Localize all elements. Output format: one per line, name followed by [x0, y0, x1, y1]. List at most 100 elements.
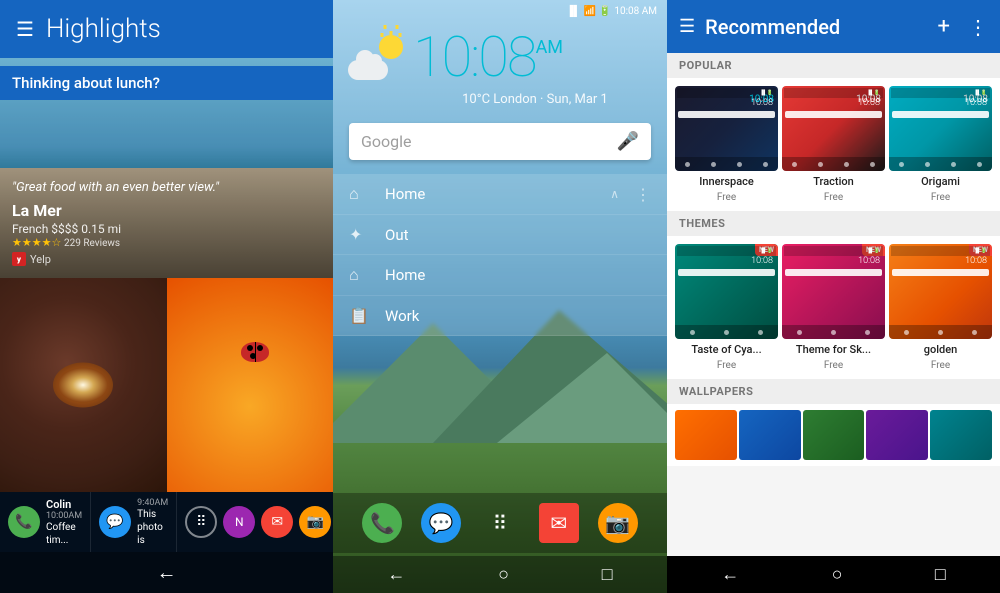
wallpaper-2[interactable] — [739, 410, 801, 460]
menu-label-work: Work — [385, 307, 651, 325]
clock-container: 10:08AM — [413, 29, 563, 85]
dock-message[interactable]: 💬 — [421, 503, 461, 543]
status-bar-2: ▐▌ 📶 🔋 10:08 AM — [333, 0, 667, 19]
recents-icon[interactable]: □ — [602, 564, 613, 585]
traction-preview: ▐▌🔋 10:08 — [782, 86, 885, 171]
recommended-title: Recommended — [705, 15, 927, 39]
dock-apps[interactable]: ⠿ — [480, 503, 520, 543]
notification-message[interactable]: 💬 9:40AM This photo is — [91, 492, 177, 552]
golden-preview: NEW ▐▌🔋 10:08 — [889, 244, 992, 339]
status-time: 10:08 AM — [614, 6, 657, 17]
notification-bar: 📞 Colin 10:00AM Coffee tim... 💬 9:40AM T… — [0, 492, 333, 552]
nav-bar-3: ← ○ □ — [667, 556, 1000, 593]
search-placeholder: Google — [361, 132, 617, 151]
cloud-icon — [348, 60, 388, 80]
pink-dock — [782, 325, 885, 339]
dock-dot — [685, 162, 690, 167]
camera-icon: 📷 — [299, 506, 331, 538]
nav-bar-2: ← ○ □ — [333, 556, 667, 593]
dock-dot — [844, 162, 849, 167]
overflow-menu-button[interactable]: ⋮ — [968, 15, 988, 39]
work-icon: 📋 — [349, 306, 369, 325]
menu-dots-icon[interactable]: ⋮ — [635, 185, 651, 204]
coffee-image — [0, 278, 167, 492]
origami-clock: 10:08 — [892, 98, 989, 108]
menu-label-home2: Home — [385, 266, 651, 284]
contact-avatar: N — [223, 506, 255, 538]
wallpaper-4[interactable] — [866, 410, 928, 460]
wallpaper-1[interactable] — [675, 410, 737, 460]
section-header-popular: POPULAR — [667, 53, 1000, 78]
notification-phone[interactable]: 📞 Colin 10:00AM Coffee tim... — [0, 492, 91, 552]
golden-dock — [889, 325, 992, 339]
clock-area: 10:08AM — [333, 19, 667, 90]
home-nav-icon-3[interactable]: ○ — [832, 564, 843, 585]
yelp-logo: y — [12, 252, 26, 266]
menu-label-home: Home — [385, 185, 594, 203]
dock-mail[interactable]: ✉ — [539, 503, 579, 543]
recents-icon-3[interactable]: □ — [935, 564, 946, 585]
golden-clock: 10:08 — [892, 256, 989, 266]
dock-dot — [758, 330, 763, 335]
origami-preview: ▐▌🔋 10:08 — [889, 86, 992, 171]
back-icon-3[interactable]: ← — [721, 564, 739, 585]
origami-dock — [889, 157, 992, 171]
dock-dot — [831, 330, 836, 335]
hero-image: Thinking about lunch? "Great food with a… — [0, 58, 333, 278]
section-header-wallpapers: WALLPAPERS — [667, 379, 1000, 404]
dock-dot — [690, 330, 695, 335]
wallpaper-5[interactable] — [930, 410, 992, 460]
hero-quote: "Great food with an even better view." — [12, 180, 321, 195]
innerspace-clock: 10:08 — [678, 98, 775, 108]
chevron-icon: ∧ — [610, 187, 619, 201]
mic-icon[interactable]: 🎤 — [617, 131, 639, 152]
dock-dot — [899, 162, 904, 167]
innerspace-dock — [675, 157, 778, 171]
call-text: Coffee tim... — [46, 521, 82, 547]
theme-card-innerspace[interactable]: ▐▌🔋 10:08 Innerspace Free — [675, 86, 778, 203]
theme-card-traction[interactable]: ▐▌🔋 10:08 Traction Free — [782, 86, 885, 203]
back-button[interactable]: ← — [157, 560, 177, 585]
status-icons: ▐▌ 📶 🔋 10:08 AM — [566, 6, 657, 17]
traction-dock — [782, 157, 885, 171]
cyan-preview: NEW ▐▌🔋 10:08 — [675, 244, 778, 339]
innerspace-name: Innerspace — [699, 175, 754, 188]
origami-price: Free — [931, 192, 950, 203]
back-icon-2[interactable]: ← — [387, 564, 405, 585]
popular-grid: ▐▌🔋 10:08 Innerspace Free — [667, 78, 1000, 211]
innerspace-preview: ▐▌🔋 10:08 — [675, 86, 778, 171]
theme-card-pink[interactable]: NEW ▐▌🔋 10:08 Theme for Sk... Free — [782, 244, 885, 371]
ladybug-image — [167, 278, 334, 492]
pink-preview: NEW ▐▌🔋 10:08 — [782, 244, 885, 339]
highlights-title: Highlights — [46, 14, 161, 44]
dock-dot — [951, 162, 956, 167]
search-bar[interactable]: Google 🎤 — [349, 123, 651, 160]
theme-card-golden[interactable]: NEW ▐▌🔋 10:08 golden Free — [889, 244, 992, 371]
menu-item-out[interactable]: ✦ Out — [333, 215, 667, 255]
hamburger-icon[interactable]: ☰ — [16, 17, 34, 41]
dock-phone[interactable]: 📞 — [362, 503, 402, 543]
traction-price: Free — [824, 192, 843, 203]
dock-dot — [904, 330, 909, 335]
dock-dot — [711, 162, 716, 167]
home-nav-icon[interactable]: ○ — [498, 564, 509, 585]
panel-home: ▐▌ 📶 🔋 10:08 AM 10:08AM 10°C London · Su… — [333, 0, 667, 593]
theme-card-cyan[interactable]: NEW ▐▌🔋 10:08 Taste of Cya... Free — [675, 244, 778, 371]
menu-item-work[interactable]: 📋 Work — [333, 296, 667, 336]
cyan-status: ▐▌🔋 — [677, 246, 776, 256]
recommended-body: POPULAR ▐▌🔋 10:08 Innersp — [667, 53, 1000, 556]
restaurant-stars: ★★★★☆ 229 Reviews — [12, 236, 321, 249]
menu-item-home-main[interactable]: ⌂ Home ∧ ⋮ — [333, 174, 667, 215]
golden-name: golden — [924, 343, 958, 356]
dock-camera[interactable]: 📷 — [598, 503, 638, 543]
pink-name: Theme for Sk... — [796, 343, 871, 356]
hamburger-icon-3[interactable]: ☰ — [679, 16, 695, 37]
menu-item-home2[interactable]: ⌂ Home — [333, 255, 667, 296]
ladybug-bg — [167, 278, 334, 492]
wallpaper-3[interactable] — [803, 410, 865, 460]
theme-card-origami[interactable]: ▐▌🔋 10:08 Origami Free — [889, 86, 992, 203]
notification-apps[interactable]: ⠿ N ✉ 📷 — [177, 492, 333, 552]
hero-text-overlay: "Great food with an even better view." L… — [0, 168, 333, 278]
dock-dot — [870, 162, 875, 167]
add-button[interactable]: + — [938, 14, 950, 39]
